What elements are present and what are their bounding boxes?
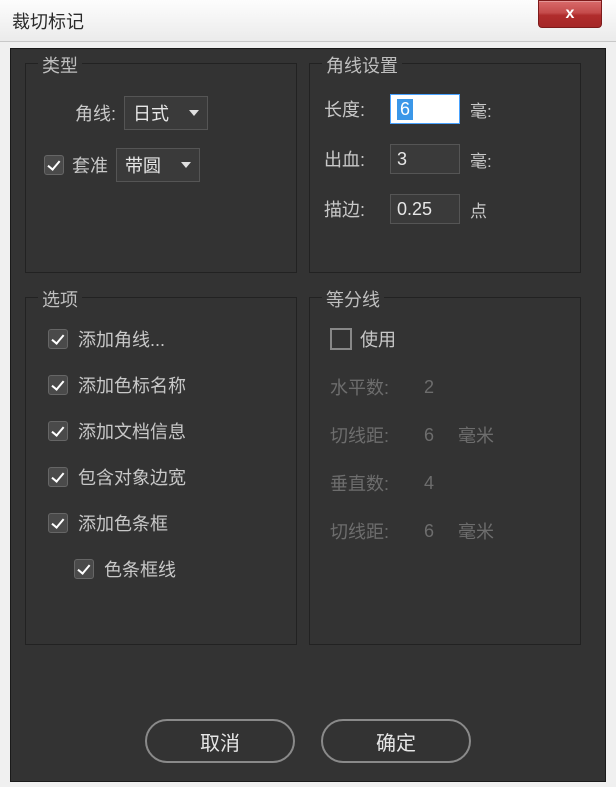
divide-row-1-label: 切线距: <box>330 422 400 448</box>
register-label: 套准 <box>72 152 108 178</box>
corner-style-value: 日式 <box>133 100 169 126</box>
top-panel-row: 类型 角线: 日式 套准 带圆 角线设置 长度: <box>25 63 591 273</box>
close-icon: x <box>566 5 575 23</box>
option-checkbox-sub[interactable] <box>74 559 94 579</box>
divide-row-1-unit: 毫米 <box>458 422 494 448</box>
divide-panel-legend: 等分线 <box>322 286 384 312</box>
divide-panel: 等分线 使用 水平数: 2 切线距: 6 毫米 垂直数: 4 切线距: <box>309 297 581 645</box>
ok-button-label: 确定 <box>376 727 416 756</box>
divide-row-2-value: 4 <box>408 473 450 494</box>
divide-row-3-unit: 毫米 <box>458 518 494 544</box>
corner-style-select[interactable]: 日式 <box>124 96 208 130</box>
ok-button[interactable]: 确定 <box>321 719 471 763</box>
length-label: 长度: <box>324 96 380 122</box>
dialog-button-row: 取消 确定 <box>11 719 605 763</box>
use-divide-label: 使用 <box>360 326 396 352</box>
stroke-unit: 点 <box>470 197 500 222</box>
bleed-input[interactable]: 3 <box>390 144 460 174</box>
option-label-3: 包含对象边宽 <box>78 464 186 490</box>
divide-row-0-label: 水平数: <box>330 374 400 400</box>
titlebar: 裁切标记 x <box>0 0 616 42</box>
divide-row-3-value: 6 <box>408 521 450 542</box>
option-label-sub: 色条框线 <box>104 556 176 582</box>
type-panel: 类型 角线: 日式 套准 带圆 <box>25 63 297 273</box>
cancel-button-label: 取消 <box>200 727 240 756</box>
type-panel-legend: 类型 <box>38 52 82 78</box>
option-checkbox-0[interactable] <box>48 329 68 349</box>
use-divide-checkbox[interactable] <box>330 328 352 350</box>
window-title: 裁切标记 <box>12 8 84 34</box>
register-style-value: 带圆 <box>125 152 161 178</box>
divide-row-0-value: 2 <box>408 377 450 398</box>
option-label-1: 添加色标名称 <box>78 372 186 398</box>
close-button[interactable]: x <box>538 0 602 28</box>
divide-row-2-label: 垂直数: <box>330 470 400 496</box>
chevron-down-icon <box>189 110 199 116</box>
option-label-4: 添加色条框 <box>78 510 168 536</box>
length-input[interactable]: 6 <box>390 94 460 124</box>
option-checkbox-4[interactable] <box>48 513 68 533</box>
bottom-panel-row: 选项 添加角线... 添加色标名称 添加文档信息 包含对象边宽 添加色条框 <box>25 297 591 645</box>
bleed-unit: 毫: <box>470 147 500 172</box>
dialog-body: 类型 角线: 日式 套准 带圆 角线设置 长度: <box>10 48 606 782</box>
corner-style-label: 角线: <box>56 100 116 126</box>
option-checkbox-2[interactable] <box>48 421 68 441</box>
divide-row-3-label: 切线距: <box>330 518 400 544</box>
stroke-value: 0.25 <box>397 199 432 220</box>
bleed-label: 出血: <box>324 146 380 172</box>
option-label-0: 添加角线... <box>78 326 165 352</box>
divide-row-1-value: 6 <box>408 425 450 446</box>
length-unit: 毫: <box>470 97 500 122</box>
corner-settings-panel: 角线设置 长度: 6 毫: 出血: 3 毫: 描边: 0.25 <box>309 63 581 273</box>
bleed-value: 3 <box>397 149 407 170</box>
corner-settings-legend: 角线设置 <box>322 52 402 78</box>
register-checkbox[interactable] <box>44 155 64 175</box>
options-panel-legend: 选项 <box>38 286 82 312</box>
register-style-select[interactable]: 带圆 <box>116 148 200 182</box>
options-panel: 选项 添加角线... 添加色标名称 添加文档信息 包含对象边宽 添加色条框 <box>25 297 297 645</box>
chevron-down-icon <box>181 162 191 168</box>
option-label-2: 添加文档信息 <box>78 418 186 444</box>
stroke-input[interactable]: 0.25 <box>390 194 460 224</box>
length-value: 6 <box>397 99 413 120</box>
option-checkbox-1[interactable] <box>48 375 68 395</box>
stroke-label: 描边: <box>324 196 380 222</box>
option-checkbox-3[interactable] <box>48 467 68 487</box>
cancel-button[interactable]: 取消 <box>145 719 295 763</box>
